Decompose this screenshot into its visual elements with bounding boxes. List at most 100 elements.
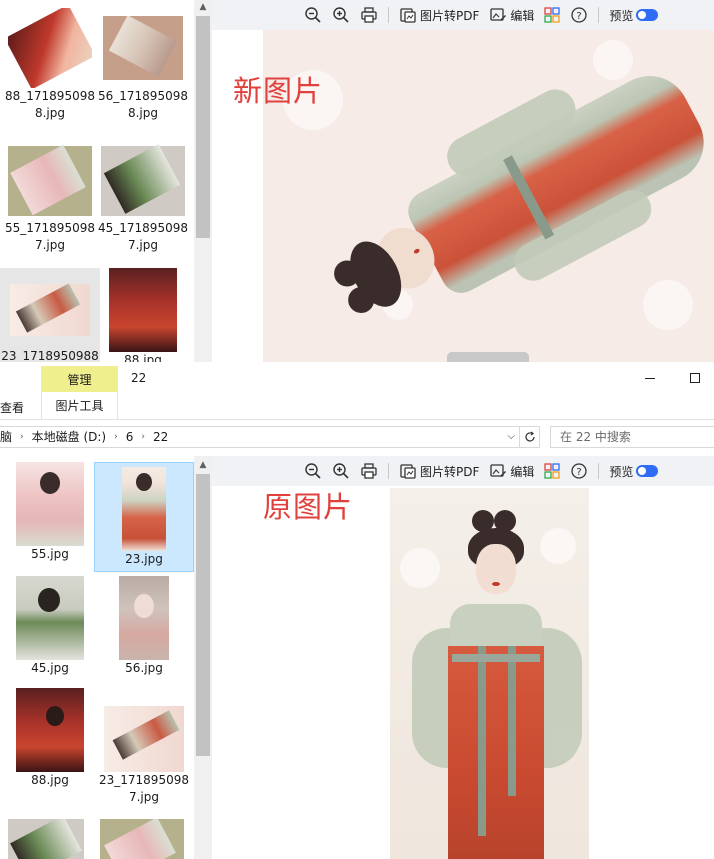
search-input[interactable]: 在 22 中搜索: [550, 426, 714, 448]
maximize-button[interactable]: [682, 368, 710, 388]
zoom-in-icon[interactable]: [332, 4, 350, 26]
zoom-out-icon[interactable]: [304, 460, 322, 482]
chevron-down-icon[interactable]: ⌵: [507, 427, 515, 447]
toolbar-divider: [388, 7, 389, 23]
edit-image-icon: [490, 8, 507, 21]
breadcrumb-folder[interactable]: 6: [126, 427, 134, 447]
thumbnail: [119, 576, 169, 660]
thumbnail: [102, 688, 186, 772]
file-item[interactable]: 56_1718950988.jpg: [93, 8, 193, 122]
edit-image-icon: [490, 464, 507, 477]
toolbar-divider: [598, 463, 600, 479]
file-name: 55_1718950987.jpg: [5, 221, 95, 252]
file-name: 45_1718950987.jpg: [98, 221, 188, 252]
toolbar-divider: [388, 463, 389, 479]
scroll-thumb[interactable]: [196, 474, 210, 756]
file-item[interactable]: 23_1718950987.jpg: [94, 688, 194, 806]
file-item[interactable]: 56.jpg: [94, 576, 194, 677]
thumbnail: [8, 8, 92, 88]
help-icon[interactable]: ?: [570, 4, 588, 26]
preview-button[interactable]: 预览: [609, 4, 659, 26]
thumbnail: [16, 462, 84, 546]
scroll-up-icon[interactable]: ▲: [194, 0, 212, 14]
pdf-convert-button[interactable]: 图片转PDF: [399, 460, 479, 482]
apps-grid-icon[interactable]: [544, 4, 561, 26]
pdf-convert-icon: [400, 464, 416, 479]
tab-manage[interactable]: 管理: [41, 366, 118, 392]
edit-button[interactable]: 编辑: [489, 4, 534, 26]
image-nav-handle[interactable]: [447, 352, 529, 362]
bottom-preview-toolbar: 图片转PDF 编辑 ? 预览: [212, 456, 714, 486]
chevron-right-icon: ›: [20, 432, 24, 442]
thumbnail: [16, 576, 84, 660]
breadcrumb-drive[interactable]: 本地磁盘 (D:): [32, 427, 106, 447]
thumbnail: [109, 268, 177, 352]
thumbnail: [101, 140, 185, 220]
tab-picture-tools[interactable]: 图片工具: [41, 392, 118, 420]
thumbnail-partial[interactable]: [8, 819, 84, 859]
breadcrumb-root[interactable]: 脑: [0, 427, 12, 447]
preview-toggle[interactable]: [636, 9, 659, 21]
preview-toggle[interactable]: [636, 465, 659, 477]
address-bar[interactable]: 脑 › 本地磁盘 (D:) › 6 › 22 ⌵: [0, 426, 520, 448]
breadcrumb-current[interactable]: 22: [153, 427, 168, 447]
refresh-icon: [524, 431, 535, 442]
toolbar-divider: [598, 7, 600, 23]
help-icon[interactable]: ?: [570, 460, 588, 482]
file-item[interactable]: 55_1718950987.jpg: [0, 140, 100, 254]
file-name: 56_1718950988.jpg: [98, 89, 188, 120]
top-preview-toolbar: 图片转PDF 编辑 ? 预览: [212, 0, 714, 30]
file-item[interactable]: 88_1718950988.jpg: [0, 8, 100, 122]
tab-view[interactable]: 查看: [0, 399, 24, 416]
file-name: 45.jpg: [31, 661, 69, 675]
file-name: 55.jpg: [31, 547, 69, 561]
print-icon[interactable]: [360, 460, 378, 482]
new-image-label: 新图片: [233, 74, 324, 108]
file-item[interactable]: 45.jpg: [0, 576, 100, 677]
file-item[interactable]: 55.jpg: [0, 462, 100, 563]
apps-grid-icon[interactable]: [544, 460, 561, 482]
thumbnail: [122, 467, 166, 551]
bottom-file-grid: 55.jpg 23.jpg 45.jpg 56.jpg 88.jpg 23_17…: [0, 456, 194, 859]
top-file-grid: 88_1718950988.jpg 56_1718950988.jpg 55_1…: [0, 0, 194, 362]
scroll-up-icon[interactable]: ▲: [194, 458, 212, 472]
title-bar: 管理 22: [0, 362, 714, 392]
zoom-in-icon[interactable]: [332, 460, 350, 482]
window-title: 22: [131, 371, 147, 385]
scroll-thumb[interactable]: [196, 16, 210, 238]
chevron-right-icon: ›: [141, 432, 145, 442]
file-name: 88.jpg: [31, 773, 69, 787]
file-name: 23.jpg: [125, 552, 163, 566]
ribbon-tabs: 查看 图片工具: [0, 392, 714, 420]
file-item[interactable]: 23_1718950988: [0, 268, 100, 362]
original-image-label: 原图片: [263, 490, 354, 524]
file-name: 23_1718950988: [1, 349, 99, 362]
svg-text:?: ?: [577, 11, 582, 22]
minimize-icon: [645, 378, 655, 379]
edit-button[interactable]: 编辑: [489, 460, 534, 482]
minimize-button[interactable]: [636, 368, 664, 388]
file-name: 56.jpg: [125, 661, 163, 675]
thumbnail: [8, 268, 92, 348]
thumbnail: [16, 688, 84, 772]
address-row: 脑 › 本地磁盘 (D:) › 6 › 22 ⌵ 在 22 中搜索: [0, 420, 714, 456]
refresh-button[interactable]: [520, 426, 540, 448]
pdf-convert-button[interactable]: 图片转PDF: [399, 4, 479, 26]
search-placeholder: 在 22 中搜索: [560, 430, 631, 444]
zoom-out-icon[interactable]: [304, 4, 322, 26]
file-name: 88.jpg: [124, 353, 162, 362]
preview-button[interactable]: 预览: [609, 460, 659, 482]
chevron-right-icon: ›: [114, 432, 118, 442]
maximize-icon: [690, 373, 700, 383]
file-item[interactable]: 88.jpg: [0, 688, 100, 789]
print-icon[interactable]: [360, 4, 378, 26]
thumbnail: [101, 8, 185, 88]
file-item[interactable]: 88.jpg: [93, 268, 193, 362]
bottom-scrollbar[interactable]: ▲: [194, 456, 212, 859]
new-image-preview: [263, 30, 714, 362]
thumbnail-partial[interactable]: [100, 819, 184, 859]
file-item[interactable]: 45_1718950987.jpg: [93, 140, 193, 254]
top-scrollbar[interactable]: ▲: [194, 0, 212, 362]
pdf-convert-icon: [400, 8, 416, 23]
file-item-selected[interactable]: 23.jpg: [94, 462, 194, 572]
